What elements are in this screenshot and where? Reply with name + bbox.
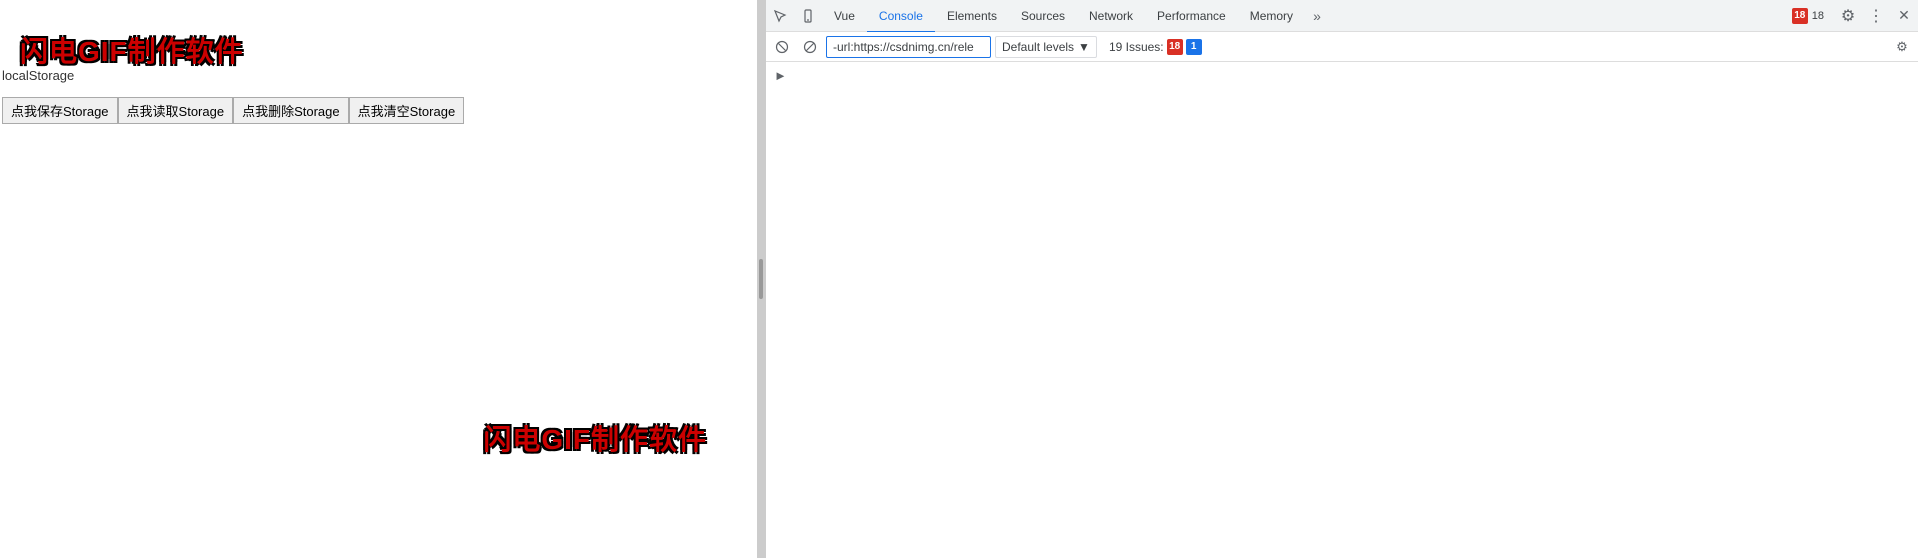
save-storage-button[interactable]: 点我保存Storage xyxy=(2,97,118,124)
error-count-badge[interactable]: 18 18 xyxy=(1792,8,1828,24)
close-devtools-button[interactable]: ✕ xyxy=(1890,0,1918,32)
read-storage-button[interactable]: 点我读取Storage xyxy=(118,97,234,124)
webpage-panel: 闪电GIF制作软件 localStorage 点我保存Storage 点我读取S… xyxy=(0,0,757,558)
console-prompt-arrow: ► xyxy=(774,68,787,83)
console-filter-input[interactable] xyxy=(826,36,991,58)
log-levels-label: Default levels xyxy=(1002,40,1074,54)
tab-memory-label: Memory xyxy=(1250,9,1293,23)
cursor-icon xyxy=(773,9,787,23)
tab-memory[interactable]: Memory xyxy=(1238,1,1305,33)
tab-console[interactable]: Console xyxy=(867,1,935,33)
tab-elements-label: Elements xyxy=(947,9,997,23)
log-levels-chevron: ▼ xyxy=(1078,40,1090,54)
tab-performance-label: Performance xyxy=(1157,9,1226,23)
block-requests-button[interactable] xyxy=(798,35,822,59)
device-toolbar-button[interactable] xyxy=(794,0,822,32)
tab-sources-label: Sources xyxy=(1021,9,1065,23)
tab-sources[interactable]: Sources xyxy=(1009,1,1077,33)
resize-divider[interactable] xyxy=(757,0,765,558)
issues-label: 19 Issues: xyxy=(1109,40,1164,54)
clear-console-button[interactable] xyxy=(770,35,794,59)
tab-elements[interactable]: Elements xyxy=(935,1,1009,33)
devtools-tab-bar: Vue Console Elements Sources Network Per… xyxy=(766,0,1918,32)
more-options-button[interactable]: ⋮ xyxy=(1862,0,1890,32)
more-tabs-button[interactable]: » xyxy=(1305,0,1329,32)
error-badge-icon: 18 xyxy=(1792,8,1808,24)
inspect-element-button[interactable] xyxy=(766,0,794,32)
block-icon xyxy=(803,40,817,54)
devtools-tabs-right: 18 18 ⚙ ⋮ ✕ xyxy=(1792,0,1918,32)
tab-network-label: Network xyxy=(1089,9,1133,23)
divider-handle xyxy=(759,259,763,299)
buttons-row: 点我保存Storage 点我读取Storage 点我删除Storage 点我清空… xyxy=(2,97,464,124)
tab-network[interactable]: Network xyxy=(1077,1,1145,33)
delete-storage-button[interactable]: 点我删除Storage xyxy=(233,97,349,124)
log-levels-dropdown[interactable]: Default levels ▼ xyxy=(995,36,1097,58)
tab-vue[interactable]: Vue xyxy=(822,1,867,33)
console-settings-button[interactable]: ⚙ xyxy=(1890,35,1914,59)
error-badge-count: 18 xyxy=(1812,10,1824,22)
device-icon xyxy=(801,9,815,23)
settings-button[interactable]: ⚙ xyxy=(1834,0,1862,32)
clear-icon xyxy=(775,40,789,54)
watermark-bottom: 闪电GIF制作软件 xyxy=(483,418,707,458)
tab-performance[interactable]: Performance xyxy=(1145,1,1238,33)
issues-info-badge: 1 xyxy=(1186,39,1202,55)
tab-console-label: Console xyxy=(879,9,923,23)
devtools-panel: Vue Console Elements Sources Network Per… xyxy=(765,0,1918,558)
issues-badge[interactable]: 19 Issues: 18 1 xyxy=(1109,39,1202,55)
page-title: localStorage xyxy=(2,68,74,83)
console-toolbar: Default levels ▼ 19 Issues: 18 1 ⚙ xyxy=(766,32,1918,62)
tab-vue-label: Vue xyxy=(834,9,855,23)
watermark-top: 闪电GIF制作软件 xyxy=(20,30,244,70)
console-content[interactable]: ► xyxy=(766,62,1918,558)
clear-storage-button[interactable]: 点我清空Storage xyxy=(349,97,465,124)
issues-error-badge: 18 xyxy=(1167,39,1183,55)
